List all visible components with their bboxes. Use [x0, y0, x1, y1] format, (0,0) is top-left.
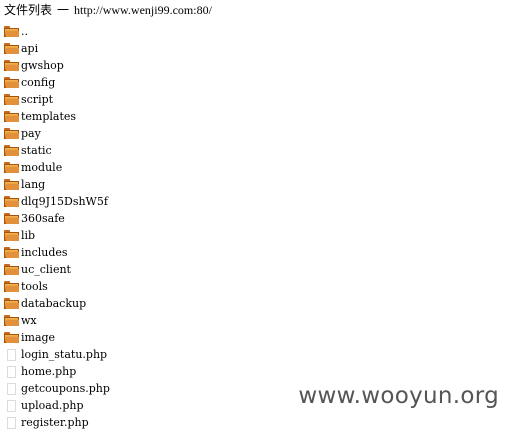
file-row[interactable]: login_statu.php — [4, 346, 110, 363]
folder-row[interactable]: pay — [4, 125, 110, 142]
folder-link[interactable]: includes — [21, 244, 68, 261]
folder-icon — [4, 281, 19, 292]
folder-icon — [4, 26, 19, 37]
file-icon — [4, 399, 19, 412]
folder-icon — [4, 298, 19, 309]
folder-link[interactable]: lib — [21, 227, 35, 244]
folder-row[interactable]: wx — [4, 312, 110, 329]
file-link[interactable]: home.php — [21, 363, 76, 380]
folder-icon — [4, 77, 19, 88]
folder-link[interactable]: databackup — [21, 295, 86, 312]
file-list: .. api gwshop config script templates pay stati… — [4, 23, 110, 431]
folder-icon — [4, 111, 19, 122]
folder-row[interactable]: 360safe — [4, 210, 110, 227]
page-title: 文件列表 — [4, 3, 53, 17]
file-link[interactable]: upload.php — [21, 397, 84, 414]
folder-row[interactable]: dlq9J15DshW5f — [4, 193, 110, 210]
folder-link[interactable]: image — [21, 329, 55, 346]
folder-row[interactable]: static — [4, 142, 110, 159]
folder-row[interactable]: includes — [4, 244, 110, 261]
folder-link[interactable]: uc_client — [21, 261, 71, 278]
file-link[interactable]: getcoupons.php — [21, 380, 110, 397]
folder-row[interactable]: gwshop — [4, 57, 110, 74]
folder-row[interactable]: image — [4, 329, 110, 346]
folder-icon — [4, 179, 19, 190]
folder-icon — [4, 247, 19, 258]
folder-icon — [4, 145, 19, 156]
folder-row[interactable]: uc_client — [4, 261, 110, 278]
folder-icon — [4, 162, 19, 173]
folder-link[interactable]: module — [21, 159, 62, 176]
folder-row[interactable]: .. — [4, 23, 110, 40]
folder-row[interactable]: databackup — [4, 295, 110, 312]
file-row[interactable]: home.php — [4, 363, 110, 380]
title-separator: 一 — [57, 3, 70, 17]
folder-link[interactable]: 360safe — [21, 210, 65, 227]
folder-link[interactable]: gwshop — [21, 57, 64, 74]
file-icon — [4, 382, 19, 395]
folder-icon — [4, 332, 19, 343]
folder-row[interactable]: api — [4, 40, 110, 57]
file-link[interactable]: register.php — [21, 414, 89, 431]
folder-icon — [4, 230, 19, 241]
folder-row[interactable]: templates — [4, 108, 110, 125]
file-icon — [4, 365, 19, 378]
path-header: 文件列表一 http://www.wenji99.com:80/ — [4, 2, 212, 19]
folder-icon — [4, 60, 19, 71]
file-link[interactable]: login_statu.php — [21, 346, 107, 363]
folder-link[interactable]: script — [21, 91, 53, 108]
folder-link[interactable]: static — [21, 142, 52, 159]
folder-row[interactable]: lib — [4, 227, 110, 244]
file-row[interactable]: upload.php — [4, 397, 110, 414]
file-icon — [4, 348, 19, 361]
folder-icon — [4, 43, 19, 54]
folder-link[interactable]: tools — [21, 278, 48, 295]
folder-row[interactable]: tools — [4, 278, 110, 295]
watermark: www.wooyun.org — [298, 383, 499, 409]
folder-row[interactable]: lang — [4, 176, 110, 193]
folder-link[interactable]: pay — [21, 125, 41, 142]
folder-link[interactable]: dlq9J15DshW5f — [21, 193, 108, 210]
folder-row[interactable]: script — [4, 91, 110, 108]
folder-row[interactable]: config — [4, 74, 110, 91]
folder-link[interactable]: wx — [21, 312, 37, 329]
folder-icon — [4, 94, 19, 105]
folder-icon — [4, 264, 19, 275]
folder-icon — [4, 196, 19, 207]
file-icon — [4, 416, 19, 429]
file-row[interactable]: getcoupons.php — [4, 380, 110, 397]
current-url: http://www.wenji99.com:80/ — [74, 3, 212, 17]
folder-link[interactable]: templates — [21, 108, 76, 125]
folder-row[interactable]: module — [4, 159, 110, 176]
folder-icon — [4, 315, 19, 326]
folder-link[interactable]: lang — [21, 176, 45, 193]
folder-icon — [4, 128, 19, 139]
folder-link[interactable]: .. — [21, 23, 28, 40]
folder-link[interactable]: config — [21, 74, 55, 91]
folder-icon — [4, 213, 19, 224]
folder-link[interactable]: api — [21, 40, 38, 57]
file-row[interactable]: register.php — [4, 414, 110, 431]
